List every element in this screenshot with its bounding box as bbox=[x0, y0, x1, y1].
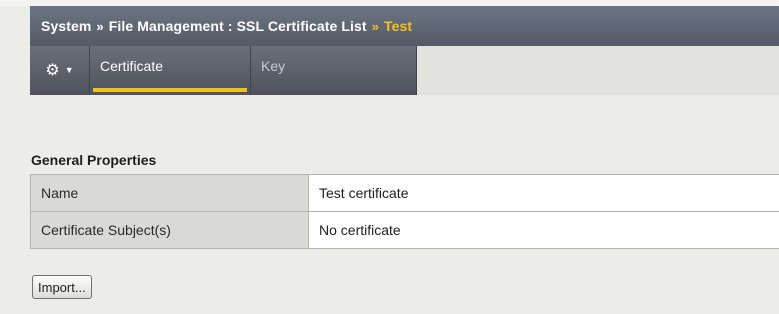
properties-table: Name Test certificate Certificate Subjec… bbox=[30, 174, 779, 249]
gear-icon: ⚙ bbox=[45, 61, 60, 79]
breadcrumb-item-ssl-list[interactable]: File Management : SSL Certificate List bbox=[109, 18, 367, 34]
property-value: Test certificate bbox=[308, 174, 779, 212]
property-value: No certificate bbox=[308, 211, 779, 249]
tab-certificate-label: Certificate bbox=[100, 58, 164, 74]
tab-group: ⚙ ▼ Certificate Key bbox=[30, 46, 417, 95]
caret-down-icon: ▼ bbox=[64, 65, 74, 75]
table-row: Name Test certificate bbox=[30, 174, 779, 212]
import-button[interactable]: Import... bbox=[32, 275, 92, 299]
settings-menu-button[interactable]: ⚙ ▼ bbox=[30, 46, 90, 95]
tab-bar: ⚙ ▼ Certificate Key bbox=[30, 46, 779, 95]
breadcrumb-current: Test bbox=[384, 18, 413, 34]
property-label: Name bbox=[30, 174, 309, 212]
tab-key-label: Key bbox=[261, 58, 286, 74]
section-title: General Properties bbox=[31, 152, 157, 168]
breadcrumb-item-system[interactable]: System bbox=[41, 18, 91, 34]
breadcrumb: System » File Management : SSL Certifica… bbox=[30, 6, 779, 46]
breadcrumb-separator: » bbox=[96, 18, 104, 34]
breadcrumb-separator: » bbox=[371, 18, 380, 34]
tab-certificate[interactable]: Certificate bbox=[90, 46, 251, 95]
property-label: Certificate Subject(s) bbox=[30, 211, 309, 249]
active-tab-indicator bbox=[93, 88, 247, 92]
table-row: Certificate Subject(s) No certificate bbox=[30, 211, 779, 249]
tab-key[interactable]: Key bbox=[251, 46, 416, 95]
